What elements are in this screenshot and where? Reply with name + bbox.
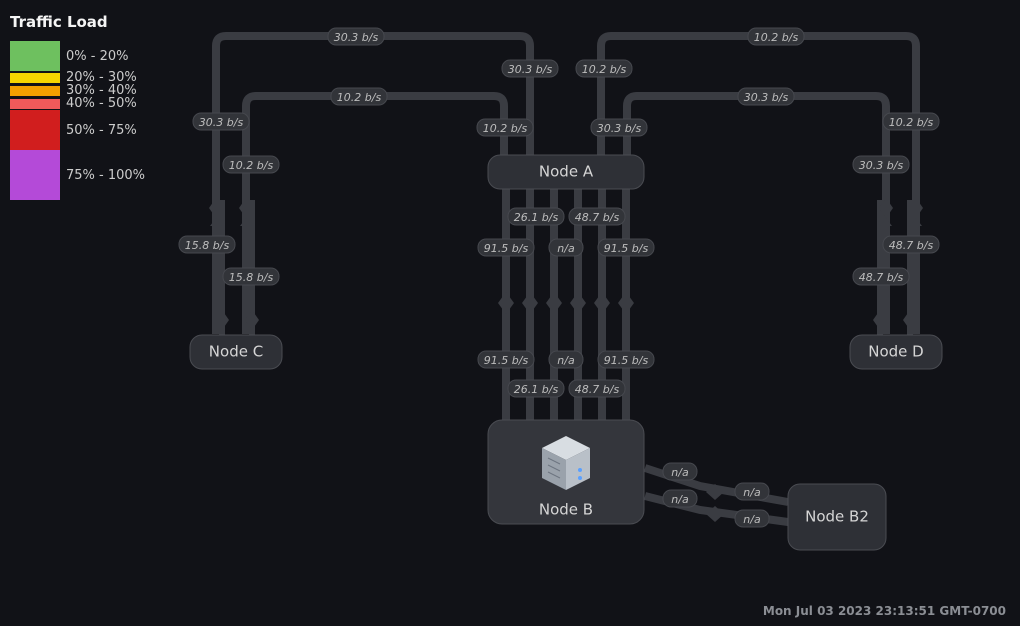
edge-label-text: 91.5 b/s <box>484 354 529 367</box>
edge-label-text: 30.3 b/s <box>334 31 379 44</box>
edge-label-text: n/a <box>743 513 761 526</box>
edge-label-text: 48.7 b/s <box>889 239 934 252</box>
svg-text:Node A: Node A <box>539 163 594 181</box>
timestamp: Mon Jul 03 2023 23:13:51 GMT-0700 <box>763 604 1006 618</box>
edge-label-text: 30.3 b/s <box>744 91 789 104</box>
edge-a-d-inner <box>627 96 886 334</box>
svg-text:Node B2: Node B2 <box>805 508 869 526</box>
network-topology-diagram: 30.3 b/s 10.2 b/s 30.3 b/s 10.2 b/s 10.2 b/s… <box>0 0 1020 626</box>
edge-label-text: 10.2 b/s <box>483 122 528 135</box>
node-c[interactable]: Node C <box>190 335 282 369</box>
edge-label-text: 30.3 b/s <box>597 122 642 135</box>
edge-label-text: n/a <box>671 466 689 479</box>
edge-label-text: 30.3 b/s <box>199 116 244 129</box>
edge-label-text: n/a <box>557 354 575 367</box>
edge-label-text: 91.5 b/s <box>604 354 649 367</box>
edge-label-text: 30.3 b/s <box>859 159 904 172</box>
edge-a-c-inner <box>246 96 504 334</box>
edge-label-text: 91.5 b/s <box>604 242 649 255</box>
edge-label-text: 48.7 b/s <box>575 211 620 224</box>
edge-label-text: 30.3 b/s <box>508 63 553 76</box>
edge-label-text: n/a <box>557 242 575 255</box>
node-b2[interactable]: Node B2 <box>788 484 886 550</box>
edge-label-text: 26.1 b/s <box>514 383 559 396</box>
edge-label-text: 15.8 b/s <box>185 239 230 252</box>
edge-label-text: 10.2 b/s <box>229 159 274 172</box>
edge-label-text: 91.5 b/s <box>484 242 529 255</box>
edge-label-text: 10.2 b/s <box>889 116 934 129</box>
node-d[interactable]: Node D <box>850 335 942 369</box>
edge-label-text: 10.2 b/s <box>337 91 382 104</box>
edge-label-text: n/a <box>671 493 689 506</box>
edge-label-text: n/a <box>743 486 761 499</box>
svg-text:Node B: Node B <box>539 501 593 519</box>
node-a[interactable]: Node A <box>488 155 644 189</box>
edge-label-text: 26.1 b/s <box>514 211 559 224</box>
edge-label-text: 10.2 b/s <box>754 31 799 44</box>
svg-text:Node C: Node C <box>209 343 263 361</box>
edge-a-c-outer <box>216 36 530 334</box>
edge-label-text: 10.2 b/s <box>582 63 627 76</box>
edge-a-d-outer <box>601 36 916 334</box>
node-b[interactable]: Node B <box>488 420 644 524</box>
edge-label-text: 48.7 b/s <box>575 383 620 396</box>
edge-label-text: 48.7 b/s <box>859 271 904 284</box>
svg-text:Node D: Node D <box>868 343 923 361</box>
edge-label-text: 15.8 b/s <box>229 271 274 284</box>
